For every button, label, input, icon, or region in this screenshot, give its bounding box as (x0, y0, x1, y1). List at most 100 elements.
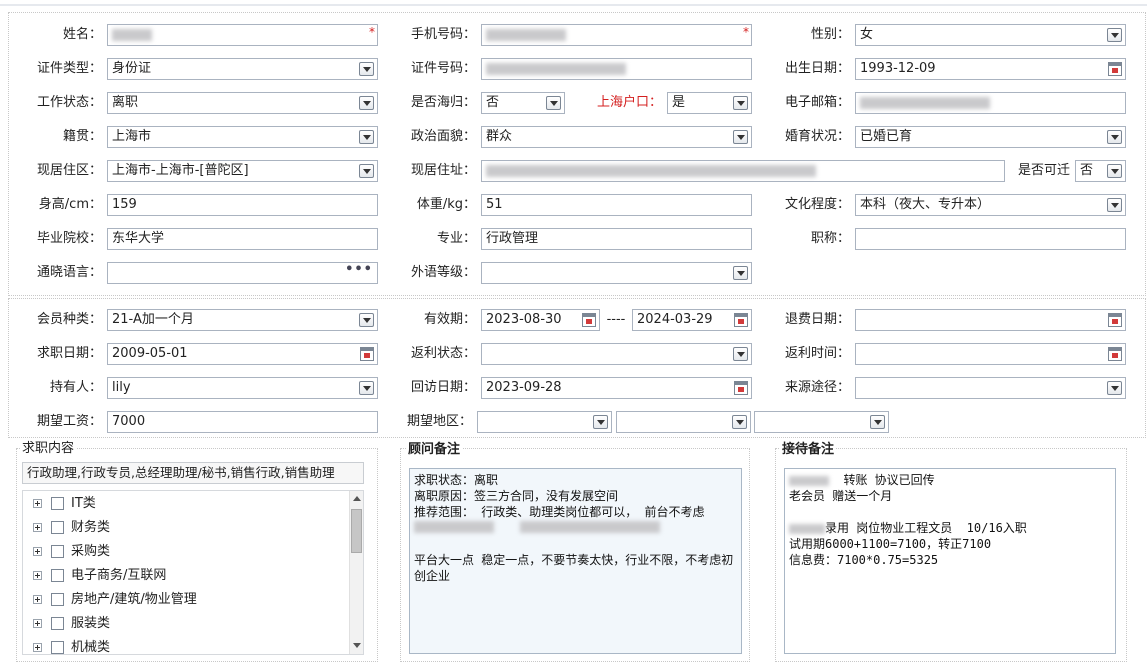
checkbox[interactable] (51, 593, 64, 606)
marital-value: 已婚已育 (860, 129, 913, 144)
checkbox[interactable] (51, 497, 64, 510)
chevron-down-icon[interactable] (359, 164, 374, 178)
calendar-icon[interactable] (1108, 313, 1122, 327)
calendar-icon[interactable] (582, 313, 596, 327)
required-mark: * (743, 25, 749, 39)
relocatable-select[interactable]: 否 (1075, 160, 1126, 182)
chevron-down-icon[interactable] (359, 96, 374, 110)
calendar-icon[interactable] (734, 313, 748, 327)
chevron-down-icon[interactable] (359, 62, 374, 76)
gender-select[interactable]: 女 (855, 24, 1126, 46)
chevron-down-icon[interactable] (870, 415, 885, 429)
expand-icon[interactable] (33, 571, 42, 580)
validity-end-input[interactable]: 2024-03-29 (632, 309, 752, 331)
chevron-down-icon[interactable] (1107, 164, 1122, 178)
major-input[interactable]: 行政管理 (481, 228, 752, 250)
member-type-value: 21-A加一个月 (112, 312, 194, 327)
follow-up-date-input[interactable]: 2023-09-28 (481, 377, 752, 399)
weight-input[interactable]: 51 (481, 194, 752, 216)
chevron-down-icon[interactable] (1107, 130, 1122, 144)
email-input[interactable] (855, 92, 1126, 114)
more-icon[interactable]: ••• (345, 263, 373, 280)
political-select[interactable]: 群众 (481, 126, 752, 148)
checkbox[interactable] (51, 641, 64, 654)
name-input[interactable]: * (107, 24, 378, 46)
expected-area-city-select[interactable] (616, 411, 751, 433)
category-tree[interactable]: IT类 财务类 采购类 电子商务/互联网 房地产/建筑/物业管理 服装类 机械类 (22, 490, 364, 655)
foreign-level-select[interactable] (481, 262, 752, 284)
chevron-down-icon[interactable] (593, 415, 608, 429)
school-input[interactable]: 东华大学 (107, 228, 378, 250)
relocatable-value: 否 (1080, 163, 1094, 178)
chevron-down-icon[interactable] (1107, 28, 1122, 42)
expected-salary-value: 7000 (112, 414, 146, 429)
height-value: 159 (112, 197, 137, 212)
expand-icon[interactable] (33, 523, 42, 532)
checkbox[interactable] (51, 521, 64, 534)
residence-address-input[interactable] (481, 160, 1005, 182)
validity-start-input[interactable]: 2023-08-30 (481, 309, 600, 331)
calendar-icon[interactable] (734, 381, 748, 395)
returnee-select[interactable]: 否 (481, 92, 565, 114)
languages-input[interactable]: ••• (107, 262, 378, 284)
personal-section (8, 12, 1146, 296)
chevron-down-icon[interactable] (1107, 381, 1122, 395)
refund-date-input[interactable] (855, 309, 1126, 331)
expand-icon[interactable] (33, 619, 42, 628)
expected-area-district-select[interactable] (754, 411, 889, 433)
chevron-down-icon[interactable] (733, 266, 748, 280)
expand-icon[interactable] (33, 595, 42, 604)
id-number-label: 证件号码： (410, 61, 476, 76)
height-input[interactable]: 159 (107, 194, 378, 216)
holder-select[interactable]: lily (107, 377, 378, 399)
rebate-time-input[interactable] (855, 343, 1126, 365)
rebate-status-label: 返利状态： (410, 346, 476, 361)
work-status-select[interactable]: 离职 (107, 92, 378, 114)
expand-icon[interactable] (33, 499, 42, 508)
scroll-down-icon[interactable] (353, 643, 361, 648)
member-type-select[interactable]: 21-A加一个月 (107, 309, 378, 331)
chevron-down-icon[interactable] (1107, 198, 1122, 212)
calendar-icon[interactable] (1108, 62, 1122, 76)
advisor-notes-textarea[interactable]: 求职状态：离职 离职原因：签三方合同，没有发展空间 推荐范围： 行政类、助理类岗… (409, 468, 742, 654)
chevron-down-icon[interactable] (359, 381, 374, 395)
expand-icon[interactable] (33, 643, 42, 652)
expected-area-province-select[interactable] (477, 411, 612, 433)
phone-label: 手机号码： (410, 27, 476, 42)
chevron-down-icon[interactable] (359, 130, 374, 144)
chevron-down-icon[interactable] (733, 96, 748, 110)
reception-note-line: 信息费：7100*0.75=5325 (789, 553, 939, 567)
id-number-input[interactable] (481, 58, 752, 80)
chevron-down-icon[interactable] (733, 347, 748, 361)
reception-notes-textarea[interactable]: 转账 协议已回传 老会员 赠送一个月 录用 岗位物业工程文员 10/16入职 试… (784, 468, 1116, 654)
native-place-select[interactable]: 上海市 (107, 126, 378, 148)
education-select[interactable]: 本科（夜大、专升本） (855, 194, 1126, 216)
title-input[interactable] (855, 228, 1126, 250)
tree-scrollbar[interactable] (349, 491, 363, 654)
expected-salary-input[interactable]: 7000 (107, 411, 378, 433)
phone-input[interactable]: * (481, 24, 752, 46)
marital-select[interactable]: 已婚已育 (855, 126, 1126, 148)
calendar-icon[interactable] (1108, 347, 1122, 361)
checkbox[interactable] (51, 569, 64, 582)
calendar-icon[interactable] (360, 347, 374, 361)
expand-icon[interactable] (33, 547, 42, 556)
scroll-up-icon[interactable] (353, 496, 361, 501)
shanghai-hukou-select[interactable]: 是 (667, 92, 752, 114)
scroll-thumb[interactable] (351, 509, 362, 553)
residence-address-label: 现居住址： (410, 163, 476, 178)
shanghai-hukou-label: 上海户口： (596, 95, 662, 110)
checkbox[interactable] (51, 617, 64, 630)
birth-date-input[interactable]: 1993-12-09 (855, 58, 1126, 80)
chevron-down-icon[interactable] (733, 130, 748, 144)
chevron-down-icon[interactable] (359, 313, 374, 327)
chevron-down-icon[interactable] (546, 96, 561, 110)
source-select[interactable] (855, 377, 1126, 399)
id-type-select[interactable]: 身份证 (107, 58, 378, 80)
chevron-down-icon[interactable] (732, 415, 747, 429)
residence-area-select[interactable]: 上海市-上海市-[普陀区] (107, 160, 378, 182)
member-type-label: 会员种类： (36, 312, 102, 327)
checkbox[interactable] (51, 545, 64, 558)
job-seek-date-input[interactable]: 2009-05-01 (107, 343, 378, 365)
rebate-status-select[interactable] (481, 343, 752, 365)
